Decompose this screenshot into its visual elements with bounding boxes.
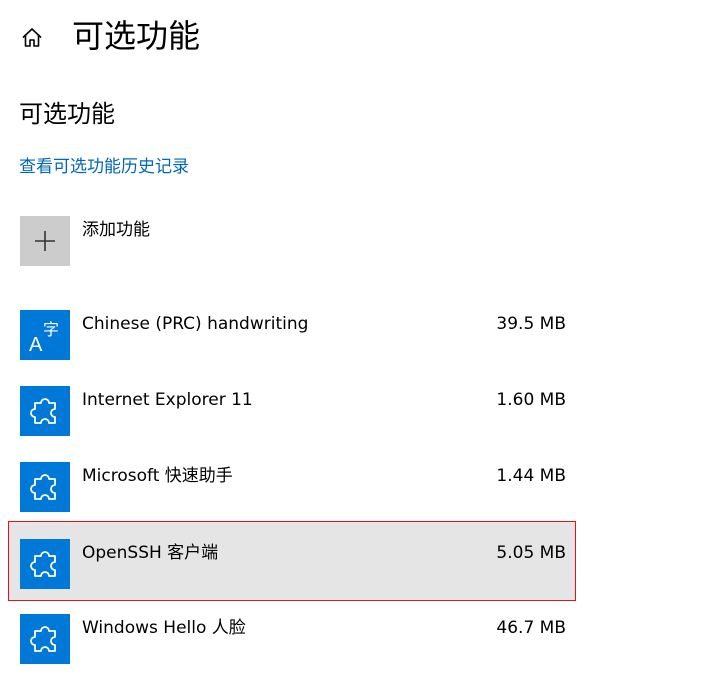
puzzle-icon xyxy=(20,462,70,512)
feature-size: 1.44 MB xyxy=(496,466,566,486)
feature-name: OpenSSH 客户端 xyxy=(82,543,219,563)
feature-size: 46.7 MB xyxy=(496,618,566,638)
feature-item-quick-assist[interactable]: Microsoft 快速助手 1.44 MB xyxy=(8,444,576,524)
feature-name: Microsoft 快速助手 xyxy=(82,466,233,486)
feature-item-windows-hello-face[interactable]: Windows Hello 人脸 46.7 MB xyxy=(8,596,576,676)
feature-tile xyxy=(20,462,70,512)
add-feature-label: 添加功能 xyxy=(82,220,150,240)
feature-name: Internet Explorer 11 xyxy=(82,390,253,410)
feature-size: 5.05 MB xyxy=(496,543,566,563)
feature-tile xyxy=(20,539,70,589)
puzzle-icon xyxy=(20,539,70,589)
feature-size: 1.60 MB xyxy=(496,390,566,410)
feature-item-chinese-handwriting[interactable]: A 字 Chinese (PRC) handwriting 39.5 MB xyxy=(8,292,576,372)
plus-icon xyxy=(20,216,70,266)
add-feature-button[interactable]: 添加功能 xyxy=(20,216,320,266)
svg-text:A: A xyxy=(29,334,43,356)
feature-tile xyxy=(20,386,70,436)
home-icon[interactable] xyxy=(20,26,44,50)
feature-item-openssh-client[interactable]: OpenSSH 客户端 5.05 MB xyxy=(8,521,576,601)
svg-text:字: 字 xyxy=(43,320,59,339)
optional-features-page: 可选功能 可选功能 查看可选功能历史记录 添加功能 A 字 Chinese (P… xyxy=(0,0,704,678)
feature-tile xyxy=(20,614,70,664)
puzzle-icon xyxy=(20,614,70,664)
feature-size: 39.5 MB xyxy=(496,314,566,334)
page-title: 可选功能 xyxy=(72,17,201,55)
puzzle-icon xyxy=(20,386,70,436)
feature-item-internet-explorer[interactable]: Internet Explorer 11 1.60 MB xyxy=(8,368,576,448)
add-feature-tile xyxy=(20,216,70,266)
section-title: 可选功能 xyxy=(19,100,115,128)
feature-name: Chinese (PRC) handwriting xyxy=(82,314,309,334)
feature-tile: A 字 xyxy=(20,310,70,360)
language-icon: A 字 xyxy=(20,310,70,360)
feature-name: Windows Hello 人脸 xyxy=(82,618,246,638)
view-history-link[interactable]: 查看可选功能历史记录 xyxy=(19,154,189,180)
